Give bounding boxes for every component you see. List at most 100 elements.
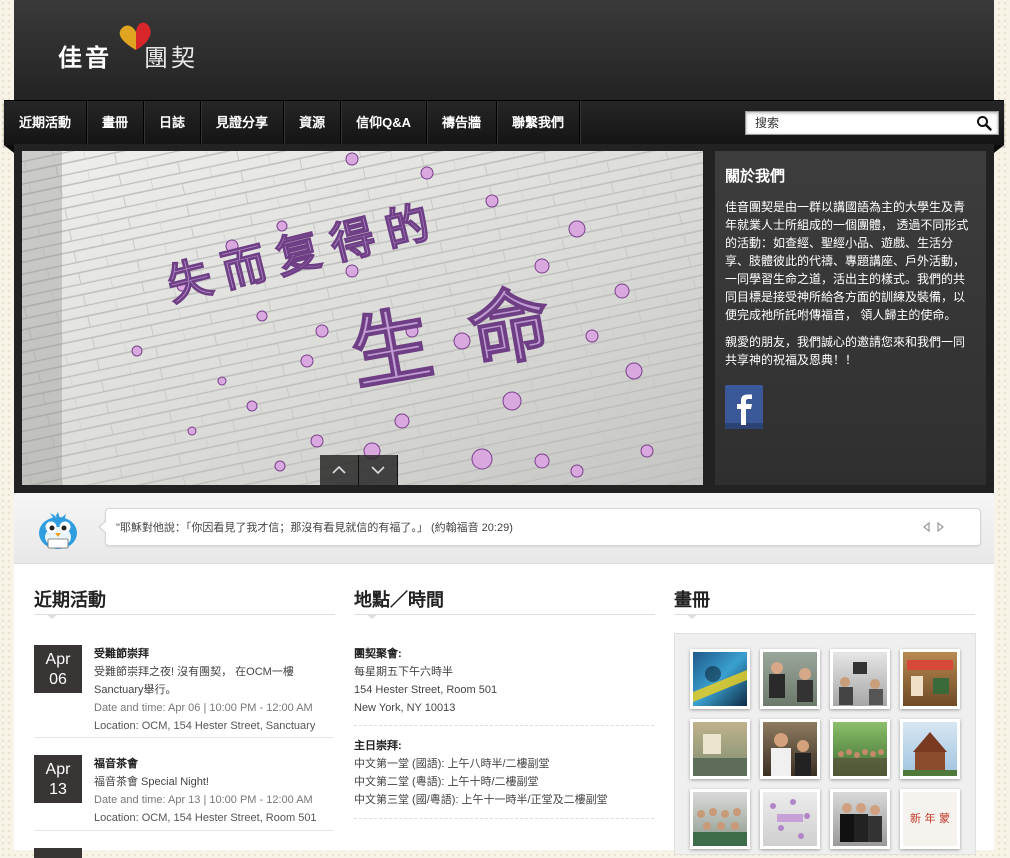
- photo-gallery: 新 年 蒙: [674, 633, 976, 855]
- gallery-thumbnail[interactable]: [760, 719, 820, 779]
- nav-item-testimony[interactable]: 見證分享: [201, 101, 285, 145]
- event-description: 福音茶會 Special Night!: [94, 776, 209, 788]
- scripture-ticker: "耶穌對他說：「你因看見了我才信；那沒有看見就信的有福了。」 (約翰福音 20:…: [14, 493, 994, 564]
- photo-image: [693, 808, 747, 846]
- photo-image: [770, 799, 810, 839]
- about-us-text: 佳音團契是由一群以講國語為主的大學生及青年就業人士所組成的一個團體， 透過不同形…: [725, 200, 969, 322]
- event-title[interactable]: 受難節崇拜: [94, 645, 334, 663]
- site-header: 佳音 團契: [14, 0, 994, 100]
- photo-image: [840, 803, 882, 842]
- event-day: 13: [49, 781, 67, 798]
- hero-area: 失而复得的 生命 關於我們 佳音團契是由一群以講國語為主的大學生及青年就業人士所…: [14, 144, 994, 493]
- fellowship-info: 團契聚會: 每星期五下午六時半 154 Hester Street, Room …: [354, 645, 654, 717]
- photo-image: 新 年 蒙: [910, 811, 950, 825]
- fellowship-address: 154 Hester Street, Room 501: [354, 684, 498, 696]
- photo-image: [839, 662, 883, 705]
- gallery-thumbnail[interactable]: [760, 649, 820, 709]
- event-location: Location: OCM, 154 Hester Street, Room 5…: [94, 812, 317, 824]
- photo-image: [907, 660, 953, 696]
- photo-image: [769, 662, 813, 702]
- chevron-up-icon: [332, 465, 346, 474]
- photo-image: [903, 732, 957, 776]
- slider-next-button[interactable]: [359, 455, 398, 485]
- gallery-thumbnail[interactable]: [690, 719, 750, 779]
- page: 佳音 團契 近期活動 畫冊 日誌 見證分享 資源 信仰Q&A 禱告牆 聯繫我們: [4, 0, 1004, 858]
- twitter-bird-icon: [39, 512, 77, 549]
- search-input[interactable]: [746, 112, 975, 134]
- event-details: 受難節崇拜 受難節崇拜之夜! 沒有團契， 在OCM一樓Sanctuary舉行。 …: [94, 645, 334, 735]
- fellowship-city: New York, NY 10013: [354, 702, 456, 714]
- location-separator: [354, 818, 654, 819]
- gallery-thumbnail[interactable]: [830, 789, 890, 849]
- event-date: Apr 13: [34, 755, 82, 803]
- event-month: Apr: [45, 651, 71, 668]
- photo-image: [833, 749, 887, 776]
- search-box: [745, 111, 999, 135]
- nav-item-contact[interactable]: 聯繫我們: [497, 101, 580, 145]
- event-divider: [34, 830, 334, 831]
- worship-service-3: 中文第三堂 (國/粵語): 上午十一時半/正堂及二樓副堂: [354, 794, 608, 806]
- fellowship-heading: 團契聚會:: [354, 648, 402, 660]
- gallery-thumbnail[interactable]: [690, 649, 750, 709]
- thumb-caption: 新 年 蒙: [910, 811, 950, 825]
- nav-item-prayer-wall[interactable]: 禱告牆: [427, 101, 497, 145]
- site-logo[interactable]: 佳音 團契: [58, 20, 208, 76]
- events-divider: [34, 614, 335, 619]
- location-divider: [354, 614, 655, 619]
- scripture-quote-box: "耶穌對他說：「你因看見了我才信；那沒有看見就信的有福了。」 (約翰福音 20:…: [98, 508, 981, 546]
- nav-item-events[interactable]: 近期活動: [14, 101, 88, 145]
- nav-item-resources[interactable]: 資源: [284, 101, 342, 145]
- worship-service-2: 中文第二堂 (粵語): 上午十時/二樓副堂: [354, 776, 539, 788]
- search-icon[interactable]: [976, 115, 992, 131]
- event-details: 福音茶會 福音茶會 Special Night! Date and time: …: [94, 755, 334, 827]
- quote-next-icon[interactable]: [936, 522, 945, 532]
- logo-text-right: 團契: [144, 44, 198, 72]
- gallery-thumbnail[interactable]: [900, 719, 960, 779]
- location-heading: 地點／時間: [354, 590, 444, 610]
- about-us-title: 關於我們: [725, 168, 786, 185]
- event-time: Date and time: Apr 06 | 10:00 PM - 12:00…: [94, 702, 313, 714]
- gallery-divider: [674, 614, 975, 619]
- nav-item-gallery[interactable]: 畫冊: [87, 101, 145, 145]
- gallery-thumbnail[interactable]: [690, 789, 750, 849]
- nav-item-journal[interactable]: 日誌: [144, 101, 202, 145]
- main-nav: 近期活動 畫冊 日誌 見證分享 資源 信仰Q&A 禱告牆 聯繫我們: [4, 100, 1004, 153]
- event-location: Location: OCM, 154 Hester Street, Sanctu…: [94, 720, 316, 732]
- slide-image: 失而复得的 生命: [22, 151, 703, 485]
- photo-image: [771, 733, 811, 776]
- photo-image: [693, 666, 747, 702]
- slider-nav: [320, 455, 398, 485]
- worship-service-1: 中文第一堂 (國語): 上午八時半/二樓副堂: [354, 758, 550, 770]
- fellowship-time: 每星期五下午六時半: [354, 666, 453, 678]
- event-description: 受難節崇拜之夜! 沒有團契， 在OCM一樓Sanctuary舉行。: [94, 666, 294, 696]
- quote-prev-icon[interactable]: [922, 522, 931, 532]
- gallery-thumbnail[interactable]: [830, 649, 890, 709]
- nav-menu: 近期活動 畫冊 日誌 見證分享 資源 信仰Q&A 禱告牆 聯繫我們: [14, 101, 580, 145]
- logo-text-left: 佳音: [58, 43, 112, 72]
- scripture-quote-text: "耶穌對他說：「你因看見了我才信；那沒有看見就信的有福了。」 (約翰福音 20:…: [116, 522, 513, 534]
- gallery-thumbnail[interactable]: 新 年 蒙: [900, 789, 960, 849]
- gallery-thumbnail[interactable]: [760, 789, 820, 849]
- image-slider: 失而复得的 生命: [22, 151, 703, 485]
- nav-item-faith-qa[interactable]: 信仰Q&A: [341, 101, 427, 145]
- event-month: Apr: [45, 761, 71, 778]
- worship-info: 主日崇拜: 中文第一堂 (國語): 上午八時半/二樓副堂 中文第二堂 (粵語):…: [354, 737, 654, 809]
- event-divider: [34, 737, 334, 738]
- location-separator: [354, 725, 654, 726]
- gallery-heading: 畫冊: [674, 590, 710, 610]
- chevron-down-icon: [371, 466, 385, 475]
- main-content: "耶穌對他說：「你因看見了我才信；那沒有看見就信的有福了。」 (約翰福音 20:…: [14, 493, 994, 858]
- about-us-panel: 關於我們 佳音團契是由一群以講國語為主的大學生及青年就業人士所組成的一個團體， …: [715, 151, 986, 485]
- gallery-thumbnail[interactable]: [830, 719, 890, 779]
- event-date: Apr 06: [34, 645, 82, 693]
- facebook-icon[interactable]: [725, 385, 763, 429]
- event-title[interactable]: 福音茶會: [94, 755, 334, 773]
- event-time: Date and time: Apr 13 | 10:00 PM - 12:00…: [94, 794, 313, 806]
- events-heading: 近期活動: [34, 590, 106, 610]
- event-day: 06: [49, 671, 67, 688]
- gallery-thumbnail[interactable]: [900, 649, 960, 709]
- photo-image: [693, 734, 747, 776]
- slider-prev-button[interactable]: [320, 455, 359, 485]
- about-us-invitation: 親愛的朋友，我們誠心的邀請您來和我們一同共享神的祝福及恩典！！: [725, 335, 966, 367]
- worship-heading: 主日崇拜:: [354, 740, 402, 752]
